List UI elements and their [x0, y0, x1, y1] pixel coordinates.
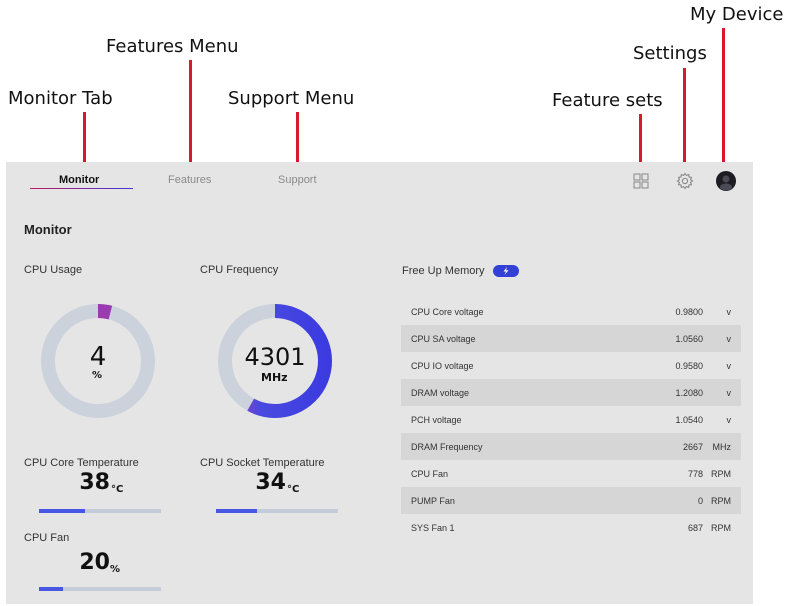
- stat-label: CPU Core voltage: [411, 307, 484, 317]
- cpu-socket-temp-unit: °C: [287, 484, 300, 495]
- cpu-usage-unit: %: [92, 370, 103, 381]
- stat-value: 1.0540: [675, 415, 703, 425]
- table-row: SYS Fan 1 687 RPM: [401, 514, 741, 541]
- stat-label: CPU IO voltage: [411, 361, 474, 371]
- stat-unit: v: [726, 361, 732, 371]
- callout-my-device: My Device: [690, 4, 784, 25]
- table-row: PCH voltage 1.0540 v: [401, 406, 741, 433]
- stat-value: 0: [697, 496, 703, 506]
- stat-value: 0.9800: [675, 307, 703, 317]
- cpu-fan-unit: %: [110, 564, 121, 575]
- table-row: CPU Fan 778 RPM: [401, 460, 741, 487]
- cpu-usage-label: CPU Usage: [24, 264, 83, 276]
- cpu-socket-temp-bar: [216, 509, 338, 513]
- avatar[interactable]: [716, 171, 736, 195]
- cpu-core-temp-bar: [39, 509, 161, 513]
- stat-unit: v: [726, 388, 732, 398]
- stat-unit: v: [726, 415, 732, 425]
- cpu-frequency-unit: MHz: [261, 371, 288, 384]
- stat-value: 1.2080: [675, 388, 703, 398]
- callout-features-menu: Features Menu: [106, 36, 239, 57]
- callout-line-my-device: [722, 28, 725, 176]
- tab-monitor-underline: [30, 188, 133, 189]
- stat-label: DRAM Frequency: [411, 442, 483, 452]
- callout-line-settings: [683, 68, 686, 172]
- stat-unit: RPM: [711, 496, 731, 506]
- stat-value: 778: [687, 469, 703, 479]
- cpu-frequency-label: CPU Frequency: [200, 264, 279, 276]
- table-row: DRAM voltage 1.2080 v: [401, 379, 741, 406]
- app-panel: Monitor Features Support Monitor CPU Usa…: [6, 162, 753, 604]
- tab-support[interactable]: Support: [278, 174, 317, 186]
- cpu-socket-temp-value: 34: [255, 470, 286, 495]
- gear-icon[interactable]: [676, 172, 694, 194]
- stat-value: 0.9580: [675, 361, 703, 371]
- stat-unit: v: [726, 334, 732, 344]
- cpu-core-temp-value: 38: [79, 470, 110, 495]
- cpu-fan-label: CPU Fan: [24, 532, 70, 544]
- callout-settings: Settings: [633, 43, 707, 64]
- cpu-fan-bar: [39, 587, 161, 591]
- tab-features[interactable]: Features: [168, 174, 211, 186]
- cpu-core-temp-fill: [39, 509, 86, 513]
- stat-value: 2667: [682, 442, 703, 452]
- cpu-core-temp-unit: °C: [111, 484, 124, 495]
- stat-label: PCH voltage: [411, 415, 462, 425]
- callout-support-menu: Support Menu: [228, 88, 355, 109]
- stat-unit: RPM: [711, 523, 731, 533]
- stat-label: CPU Fan: [411, 469, 449, 479]
- table-row: PUMP Fan 0 RPM: [401, 487, 741, 514]
- stat-unit: v: [726, 307, 732, 317]
- stat-value: 687: [687, 523, 703, 533]
- callout-monitor-tab: Monitor Tab: [8, 88, 113, 109]
- lightning-icon: [503, 267, 509, 275]
- stat-value: 1.0560: [675, 334, 703, 344]
- cpu-socket-temp-label: CPU Socket Temperature: [200, 457, 325, 469]
- callout-feature-sets: Feature sets: [552, 90, 663, 111]
- free-up-memory-button[interactable]: [493, 265, 519, 277]
- stat-label: PUMP Fan: [411, 496, 455, 506]
- stat-label: SYS Fan 1: [411, 523, 455, 533]
- stat-unit: MHz: [712, 442, 732, 452]
- table-row: CPU IO voltage 0.9580 v: [401, 352, 741, 379]
- stats-table: CPU Core voltage 0.9800 v CPU SA voltage 1.0…: [401, 298, 741, 541]
- free-up-memory-label: Free Up Memory: [402, 265, 485, 277]
- stat-label: CPU SA voltage: [411, 334, 476, 344]
- cpu-usage-value: 4: [89, 342, 107, 372]
- table-row: CPU SA voltage 1.0560 v: [401, 325, 741, 352]
- table-row: DRAM Frequency 2667 MHz: [401, 433, 741, 460]
- tab-monitor[interactable]: Monitor: [59, 174, 99, 186]
- callout-line-features: [189, 60, 192, 172]
- table-row: CPU Core voltage 0.9800 v: [401, 298, 741, 325]
- cpu-fan-fill: [39, 587, 64, 591]
- stat-unit: RPM: [711, 469, 731, 479]
- cpu-socket-temp-fill: [216, 509, 258, 513]
- cpu-fan-value: 20: [79, 550, 110, 575]
- stat-label: DRAM voltage: [411, 388, 470, 398]
- page-title: Monitor: [24, 222, 72, 237]
- feature-sets-icon[interactable]: [633, 173, 649, 193]
- cpu-frequency-value: 4301: [244, 343, 306, 371]
- cpu-core-temp-label: CPU Core Temperature: [24, 457, 139, 469]
